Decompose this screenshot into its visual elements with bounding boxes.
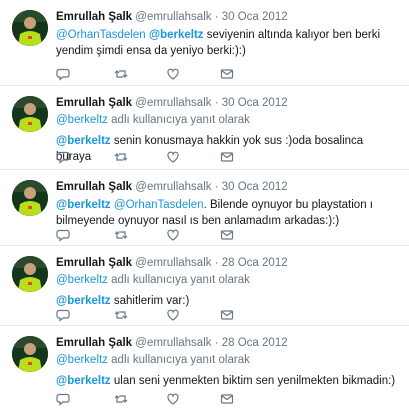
- tweet-actions: [56, 228, 296, 242]
- heart-icon[interactable]: [166, 150, 180, 164]
- tweet-text-body: ulan seni yenmekten biktim sen yenilmekt…: [110, 375, 396, 387]
- author-name[interactable]: Emrullah Şalk: [56, 337, 132, 349]
- tweet-timestamp[interactable]: 30 Oca 2012: [222, 97, 288, 109]
- tweet-timestamp[interactable]: 30 Oca 2012: [222, 181, 288, 193]
- envelope-icon[interactable]: [220, 150, 234, 164]
- tweet-text: @OrhanTasdelen @berkeltz seviyenin altın…: [56, 27, 401, 59]
- heart-icon[interactable]: [166, 67, 180, 81]
- tweet-header: Emrullah Şalk @emrullahsalk · 28 Oca 201…: [56, 336, 401, 351]
- mention-link[interactable]: @OrhanTasdelen: [56, 29, 146, 41]
- reply-context-label: adlı kullanıcıya yanıt olarak: [107, 114, 250, 126]
- tweet-timeline: Emrullah Şalk @emrullahsalk · 30 Oca 201…: [0, 0, 409, 410]
- author-name[interactable]: Emrullah Şalk: [56, 181, 132, 193]
- tweet-text-body: sahitlerim var:): [110, 295, 190, 307]
- avatar[interactable]: [12, 336, 48, 372]
- reply-icon[interactable]: [56, 228, 70, 242]
- mention-link[interactable]: @berkeltz: [149, 29, 204, 41]
- tweet-header: Emrullah Şalk @emrullahsalk · 30 Oca 201…: [56, 180, 401, 195]
- author-handle[interactable]: @emrullahsalk: [135, 257, 211, 269]
- heart-icon[interactable]: [166, 228, 180, 242]
- separator-dot: ·: [214, 337, 219, 349]
- retweet-icon[interactable]: [114, 67, 128, 81]
- mention-link[interactable]: @berkeltz: [56, 295, 111, 307]
- mention-link[interactable]: @berkeltz: [56, 135, 111, 147]
- avatar[interactable]: [12, 96, 48, 132]
- tweet-header: Emrullah Şalk @emrullahsalk · 30 Oca 201…: [56, 96, 401, 111]
- tweet-actions: [56, 308, 296, 322]
- tweet-text: @berkeltz @OrhanTasdelen. Bilende oynuyo…: [56, 197, 401, 229]
- reply-context: @berkeltz adlı kullanıcıya yanıt olarak: [56, 353, 401, 368]
- author-handle[interactable]: @emrullahsalk: [135, 11, 211, 23]
- author-handle[interactable]: @emrullahsalk: [135, 97, 211, 109]
- reply-context: @berkeltz adlı kullanıcıya yanıt olarak: [56, 113, 401, 128]
- separator-dot: ·: [214, 11, 219, 23]
- avatar[interactable]: [12, 10, 48, 46]
- reply-mention-link[interactable]: @berkeltz: [56, 114, 108, 126]
- author-name[interactable]: Emrullah Şalk: [56, 257, 132, 269]
- reply-icon[interactable]: [56, 67, 70, 81]
- author-name[interactable]: Emrullah Şalk: [56, 97, 132, 109]
- tweet-text: @berkeltz ulan seni yenmekten biktim sen…: [56, 373, 401, 389]
- separator-dot: ·: [214, 97, 219, 109]
- separator-dot: ·: [214, 257, 219, 269]
- author-name[interactable]: Emrullah Şalk: [56, 11, 132, 23]
- envelope-icon[interactable]: [220, 308, 234, 322]
- tweet[interactable]: Emrullah Şalk @emrullahsalk · 28 Oca 201…: [0, 246, 409, 326]
- author-handle[interactable]: @emrullahsalk: [135, 337, 211, 349]
- reply-context: @berkeltz adlı kullanıcıya yanıt olarak: [56, 273, 401, 288]
- author-handle[interactable]: @emrullahsalk: [135, 181, 211, 193]
- avatar[interactable]: [12, 256, 48, 292]
- reply-icon[interactable]: [56, 150, 70, 164]
- retweet-icon[interactable]: [114, 308, 128, 322]
- retweet-icon[interactable]: [114, 150, 128, 164]
- tweet-header: Emrullah Şalk @emrullahsalk · 30 Oca 201…: [56, 10, 401, 25]
- mention-link[interactable]: @OrhanTasdelen: [114, 199, 204, 211]
- tweet-timestamp[interactable]: 30 Oca 2012: [222, 11, 288, 23]
- reply-context-label: adlı kullanıcıya yanıt olarak: [107, 354, 250, 366]
- envelope-icon[interactable]: [220, 228, 234, 242]
- tweet-timestamp[interactable]: 28 Oca 2012: [222, 257, 288, 269]
- tweet[interactable]: Emrullah Şalk @emrullahsalk · 30 Oca 201…: [0, 170, 409, 246]
- tweet-timestamp[interactable]: 28 Oca 2012: [222, 337, 288, 349]
- reply-mention-link[interactable]: @berkeltz: [56, 274, 108, 286]
- tweet-actions: [56, 150, 296, 164]
- heart-icon[interactable]: [166, 308, 180, 322]
- mention-link[interactable]: @berkeltz: [56, 199, 111, 211]
- tweet-actions: [56, 392, 296, 406]
- tweet[interactable]: Emrullah Şalk @emrullahsalk · 28 Oca 201…: [0, 326, 409, 410]
- retweet-icon[interactable]: [114, 228, 128, 242]
- tweet[interactable]: Emrullah Şalk @emrullahsalk · 30 Oca 201…: [0, 86, 409, 170]
- mention-link[interactable]: @berkeltz: [56, 375, 111, 387]
- tweet[interactable]: Emrullah Şalk @emrullahsalk · 30 Oca 201…: [0, 0, 409, 86]
- reply-icon[interactable]: [56, 308, 70, 322]
- retweet-icon[interactable]: [114, 392, 128, 406]
- envelope-icon[interactable]: [220, 392, 234, 406]
- reply-icon[interactable]: [56, 392, 70, 406]
- avatar[interactable]: [12, 180, 48, 216]
- tweet-actions: [56, 67, 296, 81]
- reply-context-label: adlı kullanıcıya yanıt olarak: [107, 274, 250, 286]
- separator-dot: ·: [214, 181, 219, 193]
- reply-mention-link[interactable]: @berkeltz: [56, 354, 108, 366]
- tweet-header: Emrullah Şalk @emrullahsalk · 28 Oca 201…: [56, 256, 401, 271]
- envelope-icon[interactable]: [220, 67, 234, 81]
- tweet-text: @berkeltz sahitlerim var:): [56, 293, 401, 309]
- heart-icon[interactable]: [166, 392, 180, 406]
